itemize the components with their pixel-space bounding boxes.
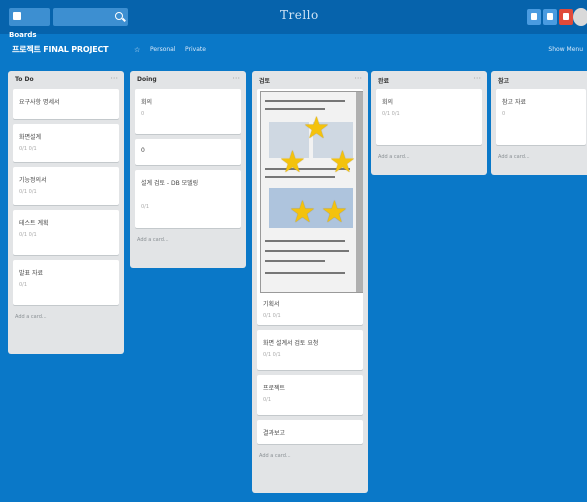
list-doing: Doing ··· 회의 0 0 설계 검토 - DB 모델링 0/1 Add …: [130, 71, 246, 268]
list-title: 검토: [259, 78, 271, 85]
card-title: 테스트 계획: [19, 220, 49, 227]
card-meta: 0: [141, 111, 145, 117]
star-icon: ★: [303, 111, 330, 146]
list-card[interactable]: 참고 자료 0: [496, 89, 586, 145]
card-meta: 0/1 0/1: [263, 352, 281, 358]
star-icon: ★: [329, 145, 356, 180]
add-card-button[interactable]: Add a card...: [491, 150, 587, 166]
list-card[interactable]: 회의 0: [135, 89, 241, 134]
search-icon: [115, 12, 123, 20]
star-icon: ★: [279, 145, 306, 180]
avatar[interactable]: [573, 8, 587, 26]
add-button[interactable]: [527, 9, 541, 25]
card-title: 프로젝트: [263, 385, 286, 392]
notifications-button[interactable]: [559, 9, 573, 25]
list-todo: To Do ··· 요구사항 명세서 화면설계 0/1 0/1 기능정의서 0/…: [8, 71, 124, 354]
card-meta: 0/1 0/1: [19, 189, 37, 195]
list-card[interactable]: 화면 설계서 검토 요청 0/1 0/1: [257, 330, 363, 370]
card-title: 0: [141, 147, 145, 154]
card-title: 화면설계: [19, 134, 42, 141]
card-meta: 0/1 0/1: [263, 313, 281, 319]
card-title: 설계 검토 - DB 모델링: [141, 180, 199, 187]
card-meta: 0/1 0/1: [382, 111, 400, 117]
boards-button[interactable]: Boards: [9, 8, 50, 39]
list-reference: 참고 참고 자료 0 Add a card...: [491, 71, 587, 175]
card-title: 요구사항 명세서: [19, 99, 60, 106]
list-card[interactable]: 결과보고: [257, 420, 363, 444]
add-card-button[interactable]: Add a card...: [252, 449, 368, 465]
list-menu-icon[interactable]: ···: [354, 74, 362, 83]
list-title: Doing: [137, 76, 157, 83]
list-title: To Do: [15, 76, 34, 83]
card-meta: 0/1: [19, 282, 28, 288]
bell-icon: [563, 13, 569, 20]
card-title: 결과보고: [263, 430, 286, 437]
info-icon: [547, 13, 553, 20]
list-title: 참고: [498, 78, 510, 85]
visibility-personal[interactable]: Personal: [150, 46, 176, 53]
card-title: 발표 자료: [19, 270, 43, 277]
list-menu-icon[interactable]: ···: [473, 74, 481, 83]
list-menu-icon[interactable]: ···: [232, 74, 240, 83]
trello-logo[interactable]: Trello: [280, 8, 319, 22]
privacy-private[interactable]: Private: [185, 46, 206, 53]
list-card[interactable]: 테스트 계획 0/1 0/1: [13, 210, 119, 255]
add-card-button[interactable]: Add a card...: [371, 150, 487, 166]
star-icon: ★: [321, 195, 348, 230]
card-title: 화면 설계서 검토 요청: [263, 340, 319, 347]
list-review: 검토 ··· ★ ★ ★ ★ ★ 기획서 0/1 0/1 화면 설계서 검토 요…: [252, 71, 368, 493]
card-cover-image: ★ ★ ★ ★ ★: [260, 91, 363, 293]
show-menu-link[interactable]: Show Menu: [548, 46, 583, 53]
top-bar: Boards Trello: [0, 0, 587, 39]
card-title: 기획서: [263, 301, 280, 308]
board-icon: [13, 12, 21, 20]
board-header: 프로젝트 FINAL PROJECT ☆ Personal Private Sh…: [0, 34, 587, 66]
list-card[interactable]: 설계 검토 - DB 모델링 0/1: [135, 170, 241, 228]
list-done: 완료 ··· 회의 0/1 0/1 Add a card...: [371, 71, 487, 175]
info-button[interactable]: [543, 9, 557, 25]
board-title[interactable]: 프로젝트 FINAL PROJECT: [12, 44, 109, 55]
card-title: 기능정의서: [19, 177, 47, 184]
add-card-button[interactable]: Add a card...: [8, 310, 124, 326]
list-card[interactable]: 화면설계 0/1 0/1: [13, 124, 119, 162]
card-meta: 0/1: [263, 397, 272, 403]
search-input[interactable]: [53, 8, 128, 26]
list-card[interactable]: 기능정의서 0/1 0/1: [13, 167, 119, 205]
star-icon[interactable]: ☆: [134, 46, 140, 54]
list-card[interactable]: 0: [135, 139, 241, 165]
list-title: 완료: [378, 78, 390, 85]
list-card[interactable]: 회의 0/1 0/1: [376, 89, 482, 145]
card-meta: 0: [502, 111, 506, 117]
card-meta: 0/1 0/1: [19, 232, 37, 238]
card-meta: 0/1 0/1: [19, 146, 37, 152]
card-title: 참고 자료: [502, 99, 526, 106]
card-title: 회의: [382, 99, 394, 106]
list-card[interactable]: 요구사항 명세서: [13, 89, 119, 119]
list-card[interactable]: 프로젝트 0/1: [257, 375, 363, 415]
list-card[interactable]: 발표 자료 0/1: [13, 260, 119, 305]
card-meta: 0/1: [141, 204, 150, 210]
plus-icon: [531, 13, 537, 20]
star-icon: ★: [289, 195, 316, 230]
card-title: 회의: [141, 99, 153, 106]
list-card[interactable]: ★ ★ ★ ★ ★ 기획서 0/1 0/1: [257, 89, 363, 325]
add-card-button[interactable]: Add a card...: [130, 233, 246, 249]
list-menu-icon[interactable]: ···: [110, 74, 118, 83]
